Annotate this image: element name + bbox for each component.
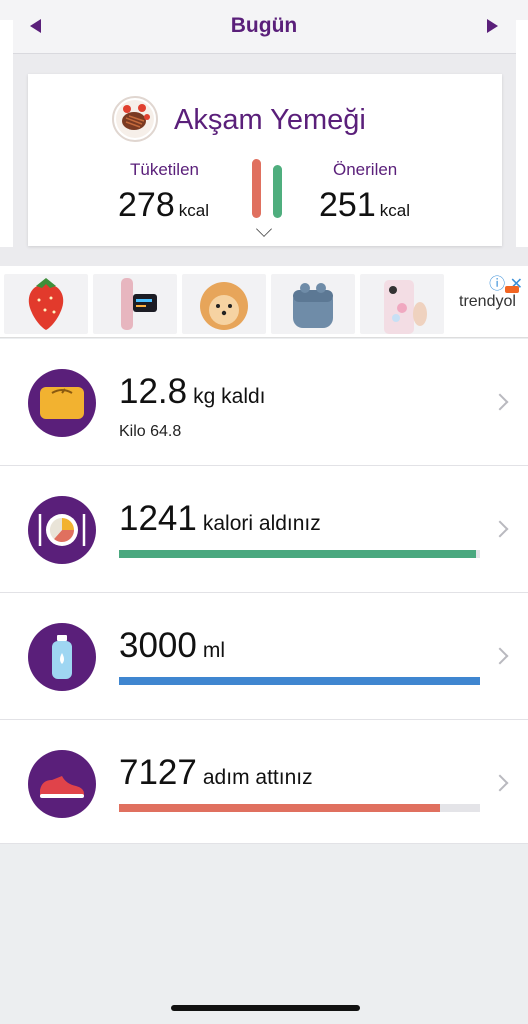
steps-count: 7127 adım attınız <box>119 753 313 793</box>
water-amount-unit: ml <box>202 639 226 662</box>
weight-remaining: 12.8 kg kaldı <box>119 372 266 412</box>
weight-remaining-value: 12.8 <box>119 372 188 411</box>
chevron-right-icon <box>491 647 509 665</box>
steps-count-label: adım attınız <box>202 766 313 789</box>
steps-progress-track <box>119 804 480 812</box>
previous-meal-card-peek[interactable] <box>0 20 13 247</box>
scale-icon <box>28 369 96 437</box>
calories-progress-fill <box>119 550 477 558</box>
chevron-right-icon <box>491 774 509 792</box>
date-header: Bugün <box>0 0 528 54</box>
recommended-number: 251 <box>319 186 376 224</box>
current-weight: Kilo 64.8 <box>119 423 182 440</box>
water-amount: 3000 ml <box>119 626 225 666</box>
ad-banner[interactable]: ⓘ ✕ trendyol <box>0 266 528 338</box>
list-item-water[interactable]: 3000 ml <box>0 593 528 720</box>
meal-card[interactable]: Akşam Yemeği Tüketilen 278 kcal Önerilen … <box>28 74 502 246</box>
plate-cutlery-icon <box>28 496 96 564</box>
brand-tag-icon <box>505 286 519 293</box>
list-item-weight[interactable]: 12.8 kg kaldı Kilo 64.8 <box>0 339 528 466</box>
water-progress-track <box>119 677 480 685</box>
steak-plate-icon <box>112 96 158 142</box>
calories-taken-value: 1241 <box>119 499 197 538</box>
next-day-icon[interactable] <box>487 19 498 33</box>
recommended-unit: kcal <box>379 201 410 220</box>
recommended-bar <box>273 165 282 218</box>
steps-count-value: 7127 <box>119 753 197 792</box>
calories-progress-track <box>119 550 480 558</box>
steps-progress-fill <box>119 804 441 812</box>
ad-product-wireless-earbuds[interactable] <box>271 274 355 334</box>
chevron-down-icon[interactable] <box>256 221 272 237</box>
list-item-calories[interactable]: 1241 kalori aldınız <box>0 466 528 593</box>
consumed-number: 278 <box>118 186 175 224</box>
home-indicator[interactable] <box>171 1005 360 1011</box>
next-meal-card-peek[interactable] <box>516 20 528 247</box>
recommended-label: Önerilen <box>333 160 398 179</box>
consumed-unit: kcal <box>178 201 209 220</box>
chevron-right-icon <box>491 520 509 538</box>
ad-product-pomeranian-dog[interactable] <box>182 274 266 334</box>
water-progress-fill <box>119 677 480 685</box>
ad-product-smart-band[interactable] <box>93 274 177 334</box>
calories-taken: 1241 kalori aldınız <box>119 499 321 539</box>
chevron-right-icon <box>491 393 509 411</box>
weight-remaining-label: kg kaldı <box>193 385 266 408</box>
consumed-label: Tüketilen <box>130 160 199 179</box>
meal-title: Akşam Yemeği <box>174 104 366 136</box>
date-title: Bugün <box>230 14 298 37</box>
water-bottle-icon <box>28 623 96 691</box>
ad-product-phone-case[interactable] <box>360 274 444 334</box>
consumed-bar <box>252 159 261 218</box>
list-item-steps[interactable]: 7127 adım attınız <box>0 720 528 844</box>
ad-brand-logo[interactable]: trendyol <box>459 293 516 311</box>
calories-taken-label: kalori aldınız <box>202 512 321 535</box>
sneaker-icon <box>28 750 96 818</box>
recommended-value: 251 kcal <box>319 186 410 225</box>
consumed-value: 278 kcal <box>118 186 209 225</box>
ad-product-strawberry-case[interactable] <box>4 274 88 334</box>
water-amount-value: 3000 <box>119 626 197 665</box>
summary-list: 12.8 kg kaldı Kilo 64.8 1241 kalori aldını… <box>0 339 528 844</box>
